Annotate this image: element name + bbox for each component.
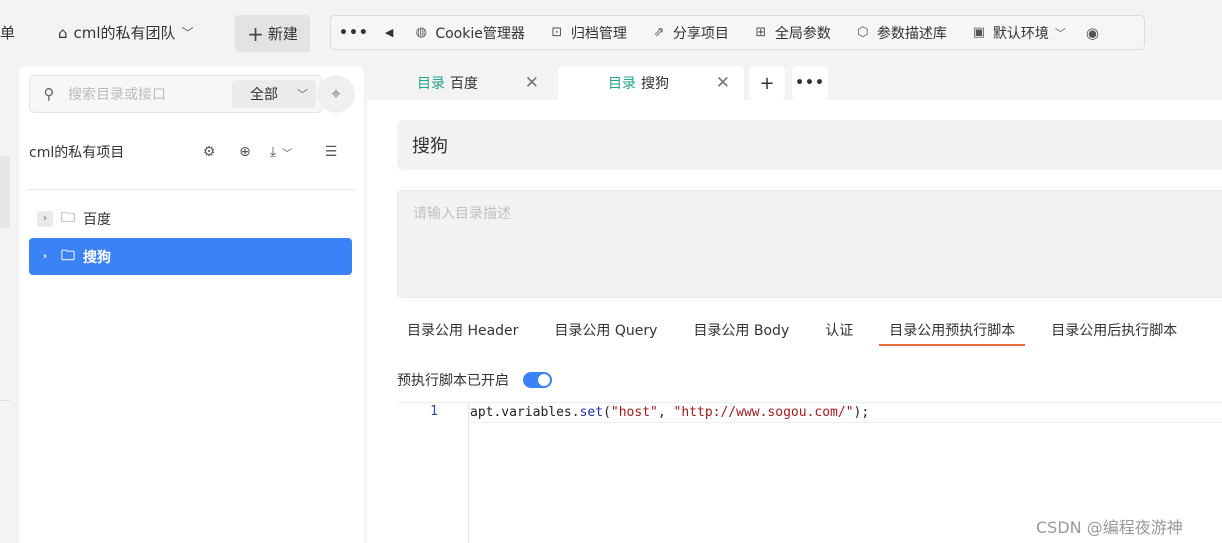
watermark: CSDN @编程夜游神 — [1036, 518, 1183, 537]
close-icon[interactable]: ✕ — [716, 73, 730, 93]
search-icon: ⚲ — [43, 85, 55, 103]
tab-more-icon[interactable]: ••• — [792, 66, 828, 100]
toolbar: ••• ◀ ◍ Cookie管理器 ⊡ 归档管理 ⇗ 分享项目 ⊞ 全局参数 ⬡ 参数描述… — [330, 15, 1145, 50]
subtab-post-script[interactable]: 目录公用后执行脚本 — [1041, 316, 1187, 346]
param-desc-button[interactable]: ⬡ 参数描述库 — [843, 16, 959, 49]
menu-label[interactable]: 单 — [0, 22, 15, 43]
share-project-button[interactable]: ⇗ 分享项目 — [639, 16, 741, 49]
code-separator: , — [657, 405, 674, 420]
code-line[interactable]: apt.variables.set("host", "http://www.so… — [470, 403, 1222, 423]
subtab-query[interactable]: 目录公用 Query — [544, 316, 667, 346]
chevron-down-icon: ﹀ — [297, 88, 308, 101]
subtab-header[interactable]: 目录公用 Header — [397, 316, 528, 346]
chevron-right-icon[interactable]: › — [37, 210, 53, 227]
cookie-manager-button[interactable]: ◍ Cookie管理器 — [401, 16, 537, 49]
toggle-label: 预执行脚本已开启 — [397, 373, 509, 389]
pre-script-toggle[interactable] — [523, 372, 552, 388]
tab-bar: 目录 百度 ✕ 目录 搜狗 ✕ + ••• — [367, 66, 1222, 100]
main-panel: 搜狗 请输入目录描述 目录公用 Header 目录公用 Query 目录公用 B… — [367, 100, 1222, 543]
scope-select[interactable]: 全部 ﹀ — [232, 80, 316, 108]
tab-label: 百度 — [450, 76, 478, 92]
tab-baidu[interactable]: 目录 百度 ✕ — [367, 66, 553, 100]
tab-label: 搜狗 — [641, 76, 669, 92]
back-icon[interactable]: ◀ — [377, 16, 401, 49]
code-function: set — [579, 405, 604, 420]
tab-sogou[interactable]: 目录 搜狗 ✕ — [558, 66, 744, 100]
folder-description-input[interactable]: 请输入目录描述 — [397, 190, 1222, 298]
project-actions: ⚙ ⊕ ⤓ ﹀ ☰ — [191, 140, 349, 164]
tab-kind: 目录 — [417, 76, 445, 92]
nav-strip-active-block[interactable] — [0, 156, 10, 228]
archive-button[interactable]: ⊡ 归档管理 — [537, 16, 639, 49]
cube-icon: ⬡ — [857, 25, 869, 40]
share-project-label: 分享项目 — [672, 25, 729, 42]
params-icon: ⊞ — [755, 25, 767, 40]
param-desc-label: 参数描述库 — [876, 25, 947, 42]
subtab-auth[interactable]: 认证 — [815, 316, 863, 346]
close-icon[interactable]: ✕ — [525, 73, 539, 93]
global-params-button[interactable]: ⊞ 全局参数 — [741, 16, 843, 49]
cookie-icon: ◍ — [415, 25, 427, 40]
tree-item-sogou[interactable]: › 🗀 搜狗 — [29, 238, 352, 275]
folder-icon: 🗀 — [61, 209, 75, 226]
scope-value: 全部 — [250, 87, 278, 103]
more-icon[interactable]: ••• — [331, 16, 377, 49]
project-title: cml的私有项目 — [29, 145, 125, 161]
left-nav-strip — [0, 66, 18, 543]
team-name: cml的私有团队 — [73, 24, 176, 42]
line-number: 1 — [430, 404, 438, 419]
tree-item-label: 搜狗 — [83, 249, 111, 266]
default-env-label: 默认环境 — [992, 25, 1049, 42]
team-selector[interactable]: ⌂ cml的私有团队 ﹀ — [58, 22, 194, 43]
tab-kind: 目录 — [608, 76, 636, 92]
cookie-manager-label: Cookie管理器 — [435, 25, 525, 42]
chevron-down-icon: ﹀ — [1054, 26, 1066, 40]
search-box[interactable]: ⚲ 搜索目录或接口 全部 ﹀ — [29, 75, 323, 113]
plus-icon: + — [247, 21, 264, 46]
top-bar: 单 ⌂ cml的私有团队 ﹀ + 新建 ••• ◀ ◍ Cookie管理器 ⊡ 归档… — [0, 0, 1222, 66]
new-button-label: 新建 — [267, 25, 298, 43]
new-button[interactable]: + 新建 — [235, 15, 310, 52]
tree-item-baidu[interactable]: › 🗀 百度 — [29, 200, 352, 237]
share-icon: ⇗ — [653, 25, 665, 40]
subtab-bar: 目录公用 Header 目录公用 Query 目录公用 Body 认证 目录公用… — [397, 316, 1203, 346]
locate-icon[interactable]: ⌖ — [317, 75, 355, 113]
pre-script-toggle-row: 预执行脚本已开启 — [397, 370, 552, 390]
editor-gutter: 1 — [397, 403, 469, 543]
env-icon: ▣ — [972, 25, 985, 40]
code-paren-open: ( — [603, 405, 611, 420]
code-prefix: apt.variables. — [470, 405, 580, 420]
sidebar-divider — [29, 189, 354, 190]
archive-icon: ⊡ — [551, 25, 563, 40]
default-env-select[interactable]: ▣ 默认环境 ﹀ — [959, 16, 1078, 49]
sidebar: ⚲ 搜索目录或接口 全部 ﹀ ⌖ cml的私有项目 ⚙ ⊕ ⤓ ﹀ ☰ › 🗀 百… — [19, 66, 364, 543]
add-tab-icon[interactable]: + — [749, 66, 785, 100]
team-icon: ⌂ — [58, 23, 68, 42]
tree-item-label: 百度 — [83, 211, 111, 228]
archive-label: 归档管理 — [570, 25, 627, 42]
collapse-icon[interactable]: ☰ — [313, 140, 349, 164]
subtab-pre-script[interactable]: 目录公用预执行脚本 — [879, 316, 1026, 346]
chevron-down-icon: ﹀ — [181, 26, 194, 40]
code-arg-key: "host" — [610, 405, 658, 420]
nav-strip-divider — [0, 400, 10, 401]
toggle-knob — [538, 374, 550, 386]
folder-name-input[interactable]: 搜狗 — [397, 120, 1222, 170]
folder-icon: 🗀 — [61, 247, 75, 264]
subtab-body[interactable]: 目录公用 Body — [683, 316, 799, 346]
import-icon[interactable]: ⤓ ﹀ — [263, 140, 299, 164]
code-arg-value: "http://www.sogou.com/" — [673, 405, 854, 420]
global-params-label: 全局参数 — [774, 25, 831, 42]
chevron-right-icon[interactable]: › — [37, 249, 53, 265]
chevron-down-icon: ﹀ — [282, 148, 293, 160]
new-folder-icon[interactable]: ⊕ — [227, 140, 263, 164]
new-api-icon[interactable]: ⚙ — [191, 140, 227, 164]
code-paren-close: ); — [853, 405, 870, 420]
eye-icon[interactable]: ◉ — [1078, 16, 1107, 49]
search-input[interactable]: 搜索目录或接口 — [68, 84, 232, 104]
